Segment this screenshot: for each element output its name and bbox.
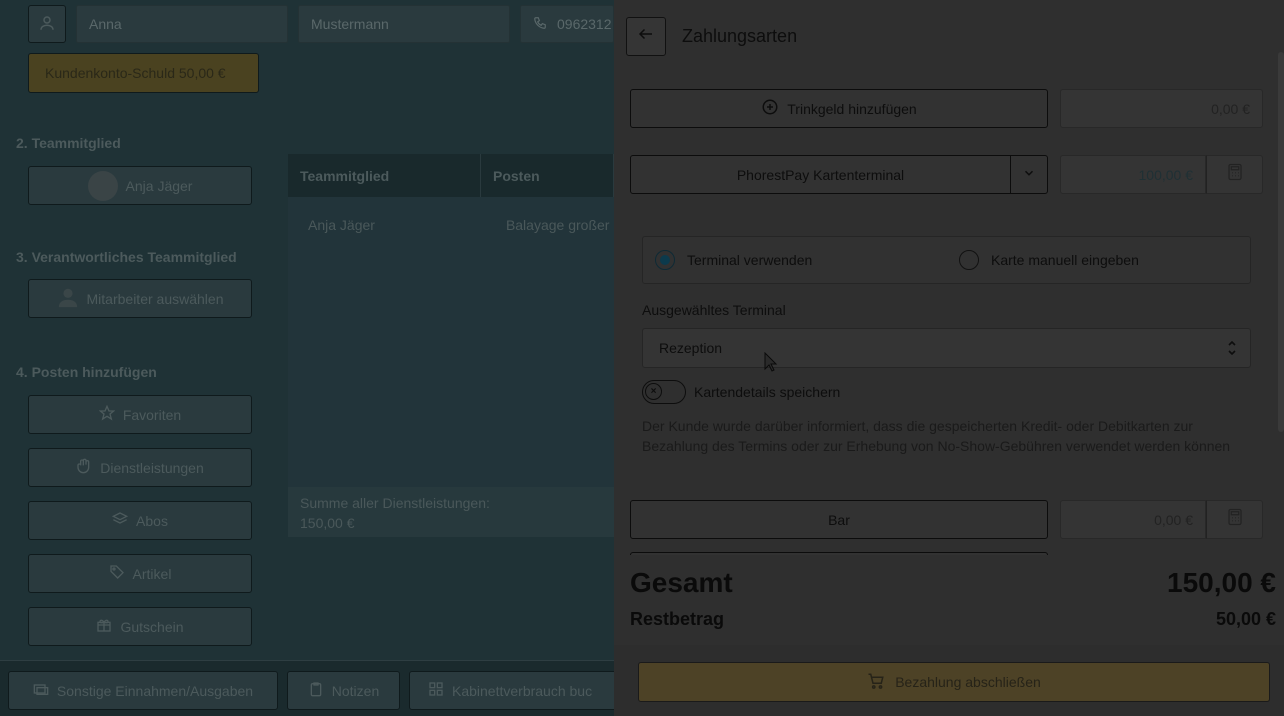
- items-table-body: Anja Jäger Balayage großer: [288, 197, 614, 537]
- total-value: 150,00 €: [1167, 567, 1276, 598]
- payment-methods-drawer: Zahlungsarten Trinkgeld hinzufügen 0,00 …: [614, 0, 1284, 716]
- terminal-mode-group: Terminal verwenden Karte manuell eingebe…: [642, 236, 1251, 284]
- services-label: Dienstleistungen: [100, 459, 204, 476]
- chevron-updown-icon: [1226, 339, 1238, 360]
- remaining-value: 50,00 €: [1215, 609, 1276, 629]
- add-tip-button[interactable]: Trinkgeld hinzufügen: [630, 89, 1048, 128]
- hand-icon: [76, 458, 92, 477]
- drawer-footer: Bezahlung abschließen: [614, 645, 1284, 716]
- team-member-button[interactable]: Anja Jäger: [28, 166, 252, 205]
- total-label: Gesamt: [630, 567, 733, 598]
- other-income-label: Sonstige Einnahmen/Ausgaben: [56, 682, 254, 699]
- articles-label: Artikel: [132, 565, 172, 582]
- section-team-member: 2. Teammitglied: [16, 135, 121, 151]
- column-item: Posten: [481, 154, 614, 197]
- services-sum: Summe aller Dienstleistungen: 150,00 €: [288, 487, 614, 537]
- articles-button[interactable]: Artikel: [28, 554, 252, 593]
- subscriptions-label: Abos: [136, 512, 168, 529]
- selected-terminal-label: Ausgewähltes Terminal: [642, 302, 786, 318]
- gift-icon: [96, 617, 112, 636]
- section-add-items: 4. Posten hinzufügen: [16, 364, 157, 380]
- terminal-select-value: Rezeption: [659, 340, 723, 356]
- cash-amount-field[interactable]: 0,00 €: [1060, 500, 1206, 539]
- radio-use-terminal-label: Terminal verwenden: [687, 252, 813, 268]
- tag-icon: [109, 564, 125, 583]
- radio-manual-card-label: Karte manuell eingeben: [991, 252, 1139, 268]
- phone-value: 0962312: [557, 16, 612, 32]
- arrow-left-icon: [637, 25, 655, 48]
- mouse-pointer-icon: [764, 351, 778, 377]
- money-icon: [33, 681, 49, 700]
- last-name-field[interactable]: Mustermann: [298, 5, 510, 43]
- debt-badge[interactable]: Kundenkonto-Schuld 50,00 €: [28, 53, 259, 93]
- cabinet-usage-label: Kabinettverbrauch buc: [452, 682, 593, 699]
- column-team-member: Teammitglied: [288, 154, 481, 197]
- cart-icon: [867, 672, 885, 693]
- radio-checked-indicator: [655, 250, 675, 270]
- voucher-button[interactable]: Gutschein: [28, 607, 252, 646]
- section-responsible: 3. Verantwortliches Teammitglied: [16, 249, 237, 265]
- finish-payment-label: Bezahlung abschließen: [895, 674, 1041, 690]
- table-cell: Balayage großer: [505, 217, 610, 233]
- subscriptions-button[interactable]: Abos: [28, 501, 252, 540]
- cash-button[interactable]: Bar: [630, 500, 1048, 539]
- close-icon: ×: [645, 383, 662, 400]
- radio-manual-card[interactable]: Karte manuell eingeben: [959, 250, 1139, 270]
- terminal-amount-field[interactable]: 100,00 €: [1060, 155, 1206, 194]
- items-table-header: Teammitglied Posten: [288, 154, 614, 197]
- drawer-title: Zahlungsarten: [682, 26, 798, 46]
- save-card-label: Kartendetails speichern: [694, 384, 841, 400]
- team-member-button-label: Anja Jäger: [125, 177, 193, 194]
- clipboard-icon: [308, 681, 324, 700]
- phone-field[interactable]: 0962312: [520, 5, 614, 43]
- scrollbar[interactable]: [1278, 52, 1284, 432]
- cash-calculator-button[interactable]: [1206, 500, 1263, 539]
- favorites-label: Favoriten: [122, 406, 182, 423]
- select-employee-label: Mitarbeiter auswählen: [86, 290, 224, 307]
- calculator-icon: [1227, 163, 1243, 186]
- card-storage-notice: Der Kunde wurde darüber informiert, dass…: [642, 418, 1231, 454]
- sum-label: Summe aller Dienstleistungen:: [300, 495, 490, 511]
- terminal-select[interactable]: Rezeption: [642, 328, 1251, 368]
- table-row[interactable]: Anja Jäger Balayage großer: [308, 217, 609, 233]
- avatar: [87, 170, 118, 201]
- user-icon: [38, 14, 56, 35]
- bottom-toolbar: Sonstige Einnahmen/Ausgaben Notizen Kabi…: [0, 660, 614, 716]
- tip-amount-field[interactable]: 0,00 €: [1060, 89, 1263, 128]
- terminal-dropdown-button[interactable]: [1010, 155, 1048, 194]
- plus-circle-icon: [761, 98, 779, 119]
- back-button[interactable]: [626, 17, 666, 56]
- radio-unchecked-indicator: [959, 250, 979, 270]
- layers-icon: [111, 511, 129, 530]
- voucher-label: Gutschein: [120, 618, 184, 635]
- save-card-toggle-row: × Kartendetails speichern: [642, 380, 840, 404]
- notes-label: Notizen: [331, 682, 380, 699]
- add-tip-label: Trinkgeld hinzufügen: [787, 100, 917, 117]
- phone-icon: [533, 16, 547, 33]
- totals-section: Gesamt 150,00 € Restbetrag 50,00 €: [614, 555, 1284, 645]
- table-cell: Anja Jäger: [308, 217, 375, 233]
- user-icon: [57, 286, 79, 311]
- radio-use-terminal[interactable]: Terminal verwenden: [655, 250, 812, 270]
- star-icon: [98, 404, 116, 424]
- cabinet-usage-button[interactable]: Kabinettverbrauch buc: [409, 671, 614, 710]
- checkout-background: Anna Mustermann 0962312 Kundenkonto-Schu…: [0, 0, 614, 716]
- finish-payment-button[interactable]: Bezahlung abschließen: [638, 662, 1270, 702]
- phorestpay-terminal-button[interactable]: PhorestPay Kartenterminal: [630, 155, 1011, 194]
- calculator-icon: [1227, 508, 1243, 531]
- grid-icon: [428, 681, 444, 700]
- drawer-scroll-area[interactable]: Zahlungsarten Trinkgeld hinzufügen 0,00 …: [614, 0, 1284, 555]
- chevron-down-icon: [1022, 166, 1036, 183]
- select-employee-button[interactable]: Mitarbeiter auswählen: [28, 279, 252, 318]
- notes-button[interactable]: Notizen: [287, 671, 400, 710]
- first-name-field[interactable]: Anna: [76, 5, 288, 43]
- sum-value: 150,00 €: [300, 515, 355, 531]
- terminal-calculator-button[interactable]: [1206, 155, 1263, 194]
- remaining-label: Restbetrag: [630, 609, 725, 629]
- customer-profile-button[interactable]: [28, 5, 66, 43]
- services-button[interactable]: Dienstleistungen: [28, 448, 252, 487]
- favorites-button[interactable]: Favoriten: [28, 395, 252, 434]
- other-income-button[interactable]: Sonstige Einnahmen/Ausgaben: [8, 671, 278, 710]
- save-card-toggle[interactable]: ×: [642, 380, 686, 404]
